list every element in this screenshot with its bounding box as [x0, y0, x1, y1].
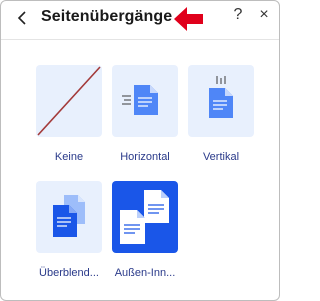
- transition-vertical-tile[interactable]: Vertikal: [188, 65, 258, 163]
- transition-thumbnail: [112, 181, 178, 253]
- transition-thumbnail: [36, 181, 102, 253]
- no-transition-slash-icon: [37, 66, 101, 136]
- transition-thumbnail: [36, 65, 102, 137]
- transition-label: Überblend...: [39, 267, 99, 279]
- red-arrow-pointer-icon: [174, 7, 203, 31]
- transition-thumbnail: [112, 65, 178, 137]
- horizontal-transition-icon: [122, 85, 158, 115]
- close-button[interactable]: ×: [255, 4, 273, 26]
- transition-horizontal-tile[interactable]: Horizontal: [112, 65, 182, 163]
- header-divider: [1, 39, 279, 40]
- transition-crossfade-tile[interactable]: Überblend...: [36, 181, 106, 279]
- vertical-transition-icon: [209, 76, 233, 118]
- transition-label: Außen-Inn...: [114, 267, 176, 279]
- page-title: Seitenübergänge: [41, 8, 173, 25]
- help-button[interactable]: ?: [229, 4, 247, 26]
- back-button[interactable]: [11, 7, 33, 29]
- chevron-left-icon: [17, 11, 26, 25]
- transitions-panel: Seitenübergänge ? × Keine Horizontal Ver…: [0, 0, 280, 301]
- transition-thumbnail: [188, 65, 254, 137]
- outside-inside-transition-icon: [120, 190, 169, 244]
- panel-header: Seitenübergänge ? ×: [1, 1, 279, 37]
- transition-none-tile[interactable]: Keine: [36, 65, 106, 163]
- transition-outside-inside-tile[interactable]: Außen-Inn...: [112, 181, 182, 279]
- transition-label: Horizontal: [120, 151, 170, 163]
- crossfade-transition-icon: [53, 195, 85, 237]
- transition-label: Vertikal: [202, 151, 240, 163]
- transition-label: Keine: [54, 151, 84, 163]
